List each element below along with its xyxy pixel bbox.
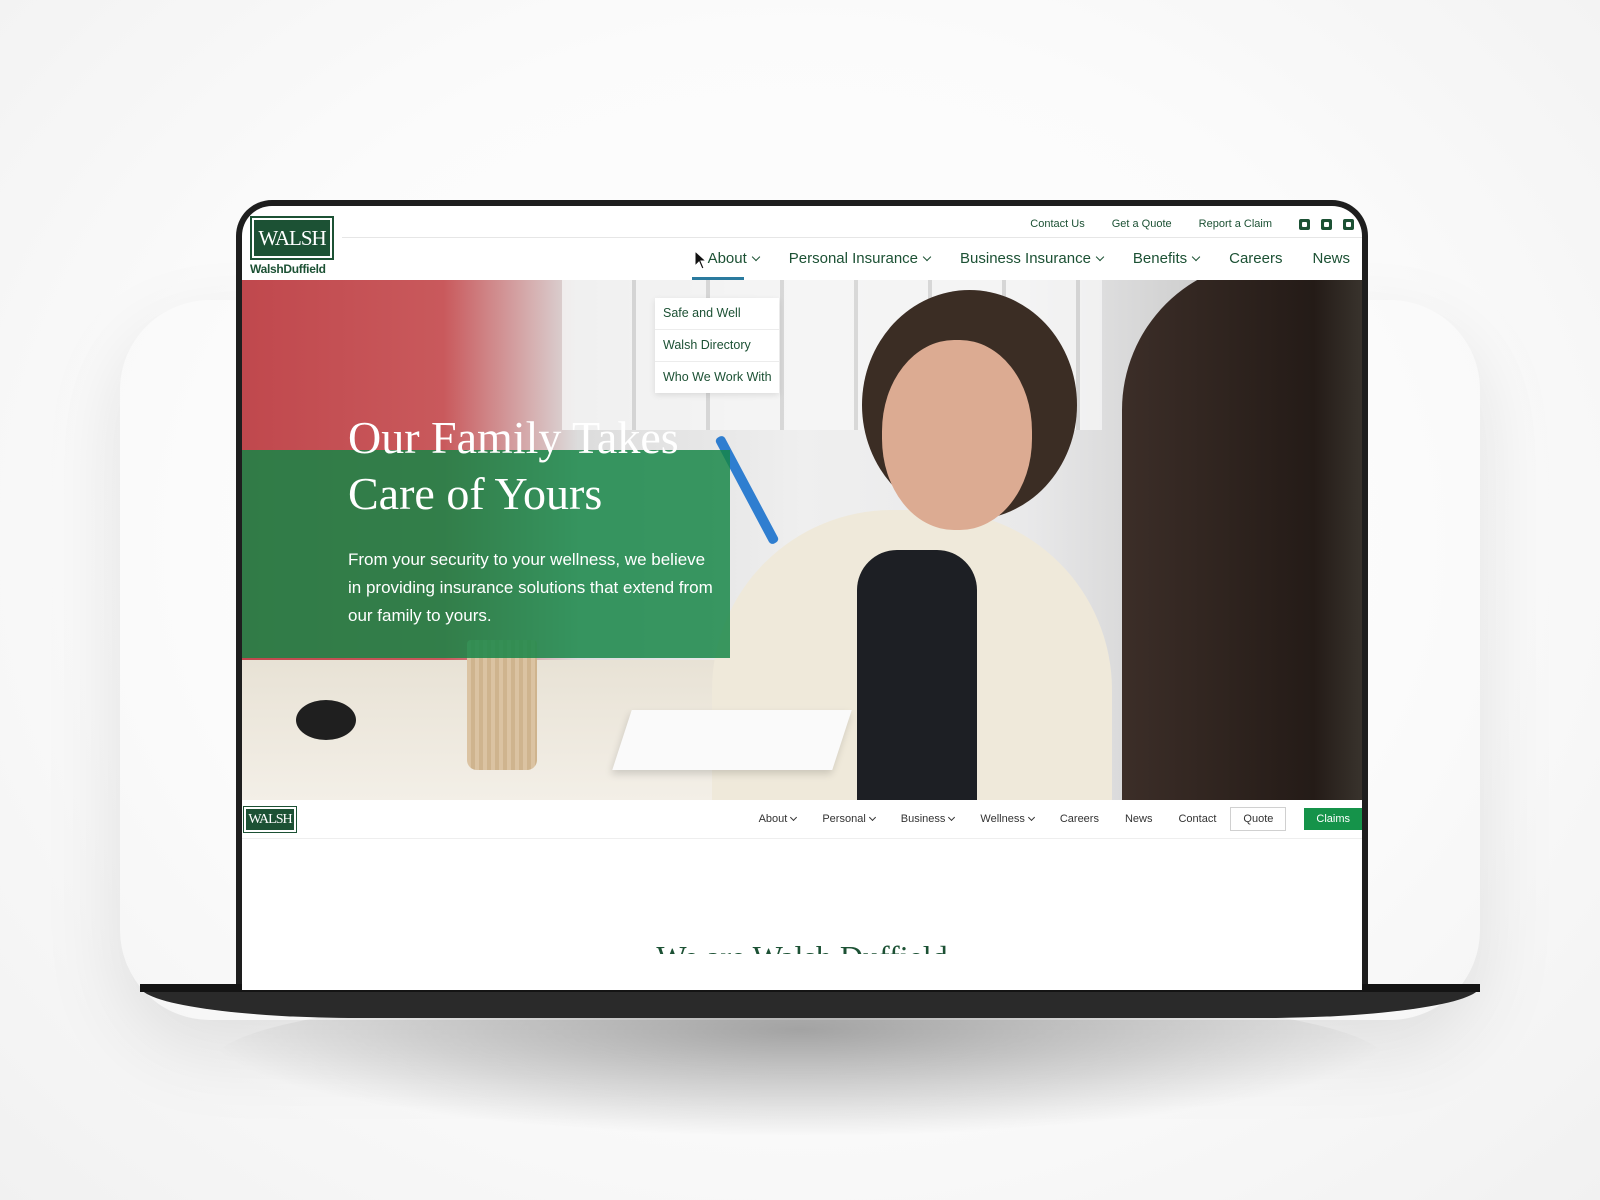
nav-item-business-insurance[interactable]: Business Insurance	[960, 250, 1105, 267]
sticky-nav-contact[interactable]: Contact	[1178, 813, 1216, 825]
logo-text: WALSH	[258, 225, 326, 250]
sticky-nav-news[interactable]: News	[1125, 813, 1153, 825]
nav-item-benefits[interactable]: Benefits	[1132, 250, 1201, 267]
nav-label: News	[1312, 250, 1350, 267]
sticky-nav-careers[interactable]: Careers	[1060, 813, 1099, 825]
sticky-nav-label: Personal	[822, 813, 866, 825]
chevron-down-icon	[751, 252, 761, 261]
mouse-cursor-icon	[694, 250, 708, 270]
chevron-down-icon	[868, 813, 876, 822]
social-links	[1299, 218, 1354, 230]
utility-link-report-a-claim[interactable]: Report a Claim	[1199, 218, 1272, 230]
header-divider	[342, 237, 1362, 238]
nav-item-about[interactable]: About	[707, 250, 761, 267]
sticky-nav: About Personal Business Wellness Careers…	[733, 807, 1362, 831]
sticky-nav-business[interactable]: Business	[900, 813, 956, 825]
sticky-header: WALSH About Personal Business Wellness C…	[242, 800, 1362, 839]
nav-label: About	[707, 250, 747, 267]
facebook-icon[interactable]	[1299, 218, 1310, 230]
sticky-nav-personal[interactable]: Personal	[822, 813, 876, 825]
hero-photo-mouse	[296, 700, 356, 740]
chevron-down-icon	[1027, 813, 1035, 822]
chevron-down-icon	[790, 813, 798, 822]
utility-nav: Contact Us Get a Quote Report a Claim	[1030, 214, 1362, 234]
hero-title: Our Family Takes Care of Yours	[348, 412, 679, 519]
nav-label: Business Insurance	[960, 250, 1091, 267]
logo-subtext: WalshDuffield	[250, 262, 326, 276]
nav-item-careers[interactable]: Careers	[1229, 250, 1282, 267]
nav-label: Benefits	[1132, 250, 1188, 267]
dropdown-item-who-we-work-with[interactable]: Who We Work With	[655, 361, 779, 393]
hero-photo-cup	[467, 640, 537, 770]
sticky-logo[interactable]: WALSH	[243, 806, 297, 833]
linkedin-icon[interactable]	[1321, 218, 1332, 230]
dropdown-item-safe-and-well[interactable]: Safe and Well	[655, 298, 779, 329]
sticky-nav-wellness[interactable]: Wellness	[980, 813, 1035, 825]
section-title-partial: We are Walsh Duffield	[242, 938, 1362, 954]
sticky-nav-label: Business	[900, 813, 946, 825]
twitter-icon[interactable]	[1343, 218, 1354, 230]
hero-banner: Our Family Takes Care of Yours From your…	[242, 280, 1362, 800]
hero-photo-man	[1122, 280, 1362, 800]
hero-photo-notebook	[612, 710, 852, 770]
site-logo[interactable]: WALSH	[250, 216, 334, 260]
chevron-down-icon	[922, 252, 932, 261]
sticky-nav-about[interactable]: About	[758, 813, 798, 825]
laptop-screen: WALSH WalshDuffield Contact Us Get a Quo…	[242, 206, 1362, 990]
about-dropdown-menu: Safe and Well Walsh Directory Who We Wor…	[655, 298, 779, 393]
utility-link-contact-us[interactable]: Contact Us	[1030, 218, 1084, 230]
nav-item-personal-insurance[interactable]: Personal Insurance	[788, 250, 932, 267]
chevron-down-icon	[948, 813, 956, 822]
utility-link-get-a-quote[interactable]: Get a Quote	[1112, 218, 1172, 230]
chevron-down-icon	[1191, 252, 1201, 261]
nav-item-news[interactable]: News	[1312, 250, 1350, 267]
quote-button[interactable]: Quote	[1230, 807, 1287, 831]
sticky-logo-text: WALSH	[248, 811, 292, 827]
hero-photo-woman-face	[882, 340, 1032, 530]
sticky-nav-label: About	[758, 813, 788, 825]
dropdown-item-walsh-directory[interactable]: Walsh Directory	[655, 329, 779, 361]
main-nav: About Personal Insurance Business Insura…	[678, 250, 1350, 267]
claims-button[interactable]: Claims	[1304, 808, 1362, 830]
hero-description: From your security to your wellness, we …	[348, 550, 713, 625]
nav-label: Careers	[1229, 250, 1283, 267]
sticky-nav-label: Careers	[1059, 813, 1099, 825]
chevron-down-icon	[1095, 252, 1105, 261]
sticky-nav-label: Wellness	[980, 813, 1025, 825]
hero-photo-woman-top	[857, 550, 977, 800]
sticky-nav-label: News	[1124, 813, 1153, 825]
sticky-nav-label: Contact	[1178, 813, 1217, 825]
nav-label: Personal Insurance	[788, 250, 919, 267]
